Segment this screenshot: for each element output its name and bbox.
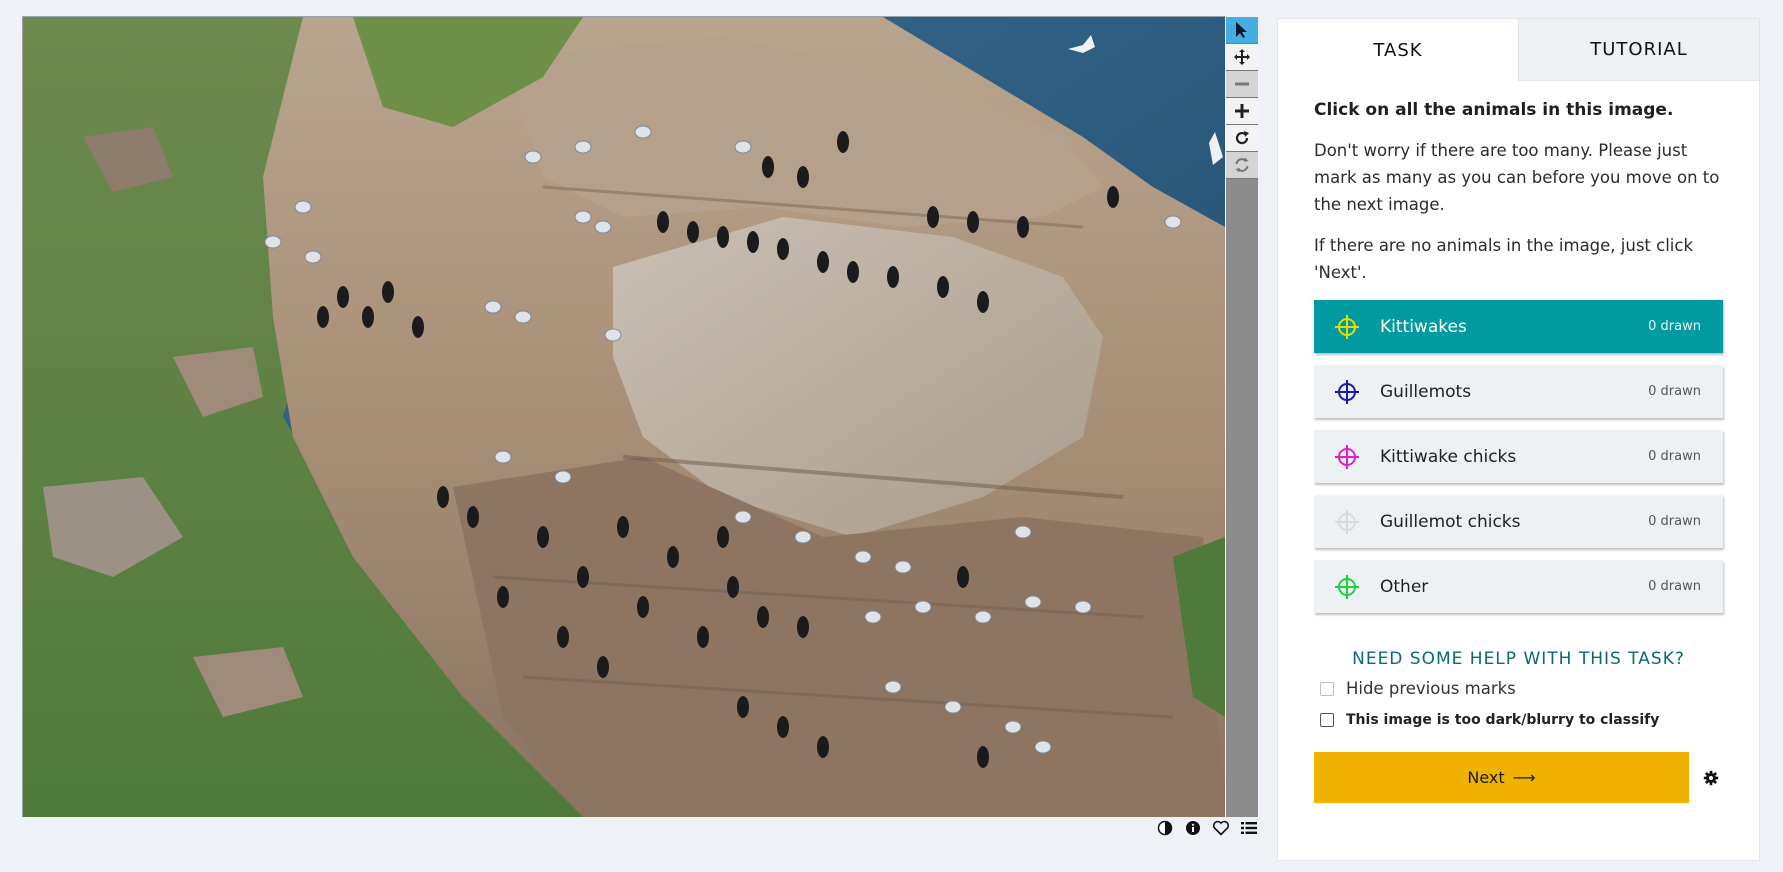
- task-no-animals-paragraph: If there are no animals in the image, ju…: [1314, 236, 1694, 282]
- settings-button[interactable]: [1701, 768, 1721, 788]
- choice-label: Other: [1380, 576, 1429, 597]
- choice-label: Guillemots: [1380, 381, 1472, 402]
- reset-icon: [1235, 157, 1249, 173]
- choice-kittiwakes[interactable]: Kittiwakes 0 drawn: [1314, 300, 1723, 353]
- crosshair-icon: [1332, 442, 1362, 472]
- choice-count: 0 drawn: [1648, 579, 1701, 594]
- crosshair-icon: [1332, 312, 1362, 342]
- dark-blurry-option[interactable]: This image is too dark/blurry to classif…: [1314, 712, 1723, 728]
- rotate-icon: [1235, 131, 1249, 145]
- hide-marks-option[interactable]: Hide previous marks: [1314, 679, 1723, 698]
- move-icon: [1234, 49, 1250, 65]
- task-instruction: Click on all the animals in this image.: [1314, 100, 1674, 120]
- contrast-icon: [1157, 820, 1173, 836]
- arrow-right-icon: ⟶: [1512, 768, 1536, 787]
- info-button[interactable]: [1183, 818, 1203, 838]
- hide-marks-label: Hide previous marks: [1346, 679, 1516, 698]
- task-tabs: TASK TUTORIAL: [1278, 19, 1759, 81]
- zoom-in-tool[interactable]: [1226, 98, 1258, 125]
- choice-label: Kittiwake chicks: [1380, 446, 1517, 467]
- tab-task[interactable]: TASK: [1278, 19, 1518, 81]
- info-icon: [1186, 821, 1200, 835]
- task-help-paragraph: Don't worry if there are too many. Pleas…: [1314, 141, 1720, 214]
- dark-blurry-checkbox[interactable]: [1320, 713, 1334, 727]
- choice-guillemot-chicks[interactable]: Guillemot chicks 0 drawn: [1314, 495, 1723, 548]
- rotate-tool[interactable]: [1226, 125, 1258, 152]
- choice-other[interactable]: Other 0 drawn: [1314, 560, 1723, 613]
- viewer-toolbar: [1226, 17, 1258, 817]
- contrast-button[interactable]: [1155, 818, 1175, 838]
- choice-count: 0 drawn: [1648, 319, 1701, 334]
- collections-button[interactable]: [1239, 818, 1259, 838]
- choice-count: 0 drawn: [1648, 514, 1701, 529]
- favorite-icon: [1212, 820, 1230, 836]
- choice-count: 0 drawn: [1648, 449, 1701, 464]
- choice-kittiwake-chicks[interactable]: Kittiwake chicks 0 drawn: [1314, 430, 1723, 483]
- cliff-photo[interactable]: [23, 17, 1225, 817]
- crosshair-icon: [1332, 572, 1362, 602]
- task-body: Click on all the animals in this image. …: [1278, 81, 1759, 803]
- choice-guillemots[interactable]: Guillemots 0 drawn: [1314, 365, 1723, 418]
- hide-marks-checkbox[interactable]: [1320, 681, 1334, 696]
- gear-icon: [1703, 770, 1719, 785]
- tab-tutorial[interactable]: TUTORIAL: [1518, 19, 1759, 81]
- subject-viewer: [22, 16, 1258, 817]
- zoom-in-icon: [1235, 104, 1249, 118]
- zoom-out-tool[interactable]: [1226, 71, 1258, 98]
- task-panel: TASK TUTORIAL Click on all the animals i…: [1277, 18, 1760, 861]
- pointer-icon: [1236, 22, 1247, 38]
- favorite-button[interactable]: [1211, 818, 1231, 838]
- task-footer: Next ⟶: [1314, 752, 1723, 803]
- crosshair-icon: [1332, 507, 1362, 537]
- next-button[interactable]: Next ⟶: [1314, 752, 1689, 803]
- dark-blurry-label: This image is too dark/blurry to classif…: [1346, 712, 1660, 728]
- subject-meta-controls: [1155, 816, 1259, 840]
- move-tool[interactable]: [1226, 44, 1258, 71]
- zoom-out-icon: [1235, 82, 1249, 86]
- drawing-tools-list: Kittiwakes 0 drawn Guillemots 0 drawn Ki…: [1314, 300, 1723, 613]
- reset-tool[interactable]: [1226, 152, 1258, 179]
- next-label: Next: [1467, 768, 1505, 787]
- choice-label: Kittiwakes: [1380, 316, 1467, 337]
- pointer-tool[interactable]: [1226, 17, 1258, 44]
- choice-label: Guillemot chicks: [1380, 511, 1521, 532]
- collections-icon: [1241, 822, 1257, 834]
- choice-count: 0 drawn: [1648, 384, 1701, 399]
- crosshair-icon: [1332, 377, 1362, 407]
- task-help-button[interactable]: NEED SOME HELP WITH THIS TASK?: [1314, 649, 1723, 669]
- subject-image[interactable]: [23, 17, 1225, 817]
